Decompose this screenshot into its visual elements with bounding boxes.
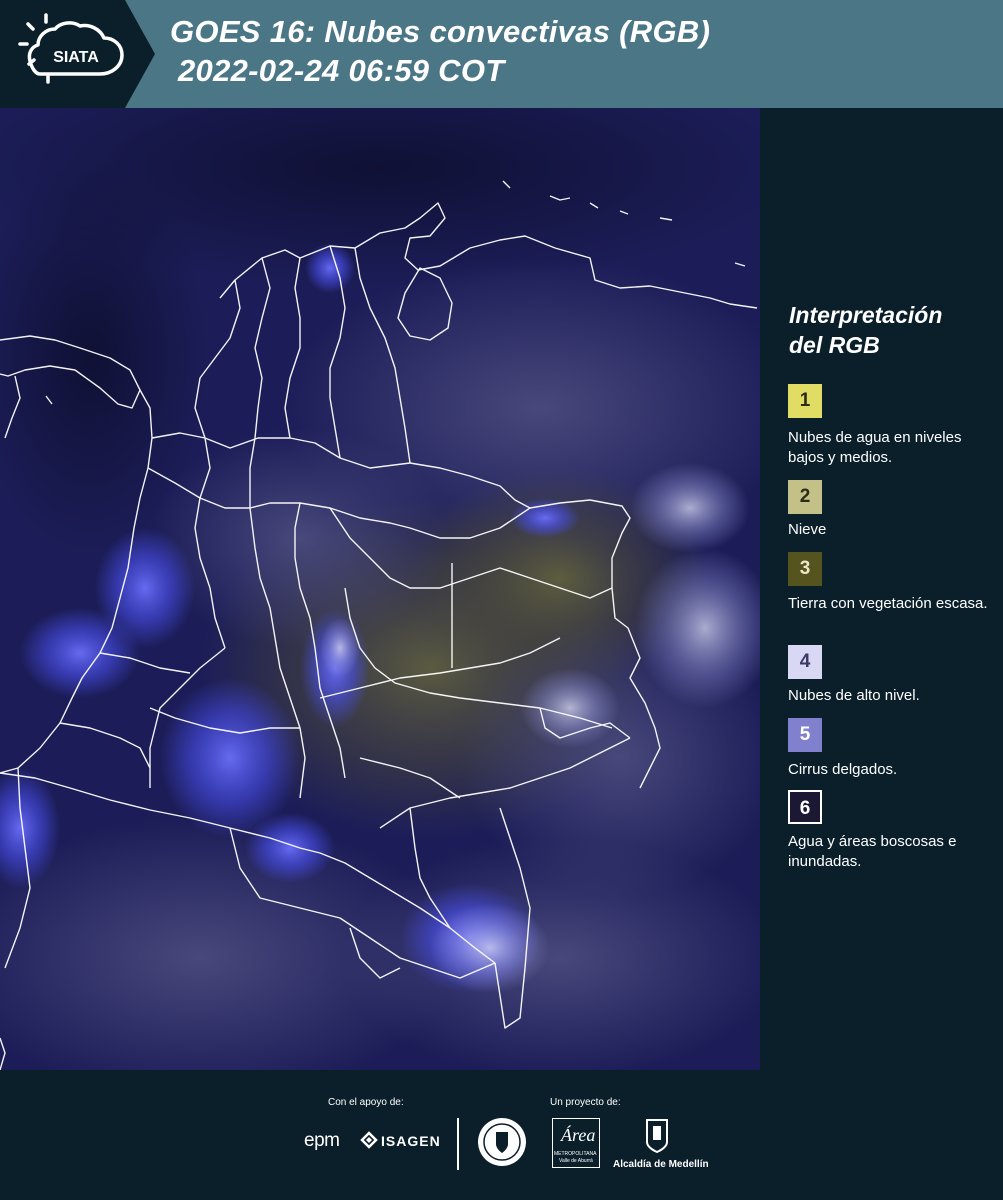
legend-label-5: Cirrus delgados. <box>788 761 898 778</box>
legend-swatch-3: 3 <box>788 552 822 586</box>
support-label: Con el apoyo de: <box>328 1097 404 1108</box>
epm-logo: epm <box>304 1130 340 1151</box>
legend-swatch-4: 4 <box>788 645 822 679</box>
legend-label-3: Tierra con vegetación escasa. <box>788 595 988 612</box>
legend-label-6: Agua y áreas boscosas e inundadas. <box>788 833 957 870</box>
legend-title-line2: del RGB <box>789 332 880 358</box>
legend-swatch-6: 6 <box>788 790 822 824</box>
project-label: Un proyecto de: <box>550 1097 621 1108</box>
footer: Con el apoyo de: Un proyecto de: epm ISA… <box>0 1070 1003 1200</box>
legend-swatch-2: 2 <box>788 480 822 514</box>
area-logo-sub2: Valle de Aburrá <box>559 1158 593 1164</box>
legend-swatch-5: 5 <box>788 718 822 752</box>
page-title: GOES 16: Nubes convectivas (RGB) <box>170 14 711 49</box>
isagen-icon <box>360 1131 378 1149</box>
footer-divider <box>457 1118 459 1170</box>
legend-label-2: Nieve <box>788 521 827 538</box>
area-logo-sub1: METROPOLITANA <box>554 1151 597 1157</box>
legend-swatch-1: 1 <box>788 384 822 418</box>
legend-label-1: Nubes de agua en niveles bajos y medios. <box>788 429 962 466</box>
rgb-legend: Interpretación del RGB 1 Nubes de agua e… <box>760 108 1003 1070</box>
medellin-seal-icon <box>476 1116 528 1168</box>
alcaldia-label: Alcaldía de Medellín <box>613 1159 709 1170</box>
header-bar: SIATA GOES 16: Nubes convectivas (RGB) 2… <box>0 0 1003 108</box>
legend-label-4: Nubes de alto nivel. <box>788 687 920 704</box>
isagen-logo: ISAGEN <box>381 1133 441 1149</box>
legend-title-line1: Interpretación <box>789 302 943 328</box>
area-logo-name: Área <box>561 1125 596 1145</box>
satellite-map <box>0 108 760 1070</box>
area-metropolitana-logo: Área METROPOLITANA Valle de Aburrá <box>552 1118 600 1168</box>
page-timestamp: 2022-02-24 06:59 COT <box>178 53 505 88</box>
siata-logo: SIATA <box>0 0 155 108</box>
alcaldia-shield-icon <box>645 1118 669 1154</box>
logo-text: SIATA <box>53 49 99 66</box>
